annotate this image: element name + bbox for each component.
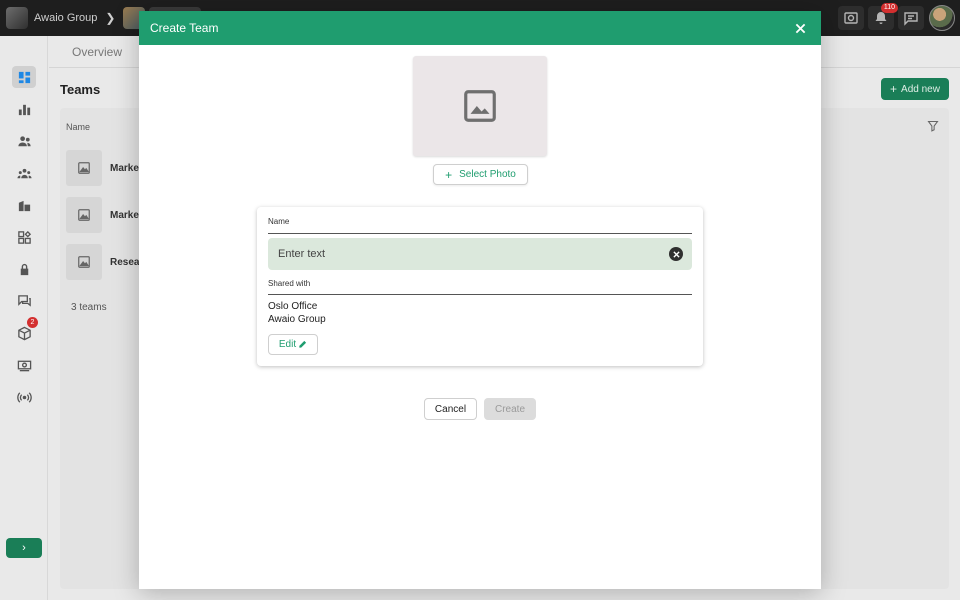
column-header-name[interactable]: Name	[66, 122, 90, 132]
close-icon[interactable]	[791, 19, 809, 37]
screen-share-icon[interactable]	[838, 6, 864, 30]
add-new-label: Add new	[901, 83, 940, 95]
page-title: Teams	[60, 82, 101, 97]
dashboard-icon[interactable]	[12, 66, 36, 88]
create-team-dialog: Create Team + Select Photo Name Shared w…	[139, 11, 821, 589]
shared-with-item: Oslo Office	[268, 301, 318, 312]
package-icon[interactable]: 2	[12, 317, 38, 344]
apps-icon[interactable]	[12, 226, 36, 248]
breadcrumb-org[interactable]: Awaio Group	[34, 12, 97, 24]
filter-icon[interactable]	[927, 120, 939, 135]
groups-icon[interactable]	[12, 162, 36, 184]
divider	[268, 233, 692, 234]
buildings-icon[interactable]	[12, 194, 36, 216]
team-photo-placeholder[interactable]	[413, 56, 547, 156]
avatar[interactable]	[929, 5, 955, 31]
dialog-header: Create Team	[139, 11, 821, 45]
image-placeholder-icon	[66, 244, 102, 280]
table-row[interactable]: Marke	[66, 150, 139, 186]
shared-with-label: Shared with	[268, 279, 311, 288]
money-icon[interactable]	[12, 354, 36, 376]
table-row[interactable]: Resea	[66, 244, 139, 280]
image-placeholder-icon	[66, 150, 102, 186]
team-form-card: Name Shared with Oslo Office Awaio Group…	[257, 207, 703, 366]
table-row[interactable]: Marke	[66, 197, 139, 233]
team-name: Marke	[110, 209, 139, 221]
chat-icon[interactable]	[12, 290, 36, 312]
image-placeholder-icon	[66, 197, 102, 233]
bell-icon[interactable]: 110	[868, 3, 898, 30]
tab-overview[interactable]: Overview	[72, 45, 122, 59]
clear-icon[interactable]	[669, 247, 683, 261]
teams-count: 3 teams	[71, 302, 107, 313]
name-label: Name	[268, 217, 290, 226]
team-name-input[interactable]	[268, 238, 692, 270]
divider	[268, 294, 692, 295]
bar-chart-icon[interactable]	[12, 98, 36, 120]
pencil-icon	[299, 340, 307, 348]
chevron-right-icon: ❯	[105, 11, 116, 25]
select-photo-button[interactable]: + Select Photo	[433, 164, 528, 185]
image-placeholder-icon	[464, 90, 496, 122]
messages-icon[interactable]	[898, 6, 924, 30]
team-name: Resea	[110, 256, 140, 268]
dialog-title: Create Team	[150, 21, 219, 35]
sidebar-expand-button[interactable]: ›	[6, 538, 42, 558]
edit-shared-button[interactable]: Edit	[268, 334, 318, 355]
create-button[interactable]: Create	[484, 398, 536, 420]
plus-icon: +	[445, 167, 453, 182]
org-logo[interactable]	[6, 7, 28, 29]
sidebar: 2 ›	[0, 36, 48, 600]
cancel-button[interactable]: Cancel	[424, 398, 477, 420]
notification-badge: 110	[880, 3, 898, 13]
team-name: Marke	[110, 162, 139, 174]
lock-icon[interactable]	[12, 258, 36, 280]
edit-label: Edit	[278, 339, 297, 350]
add-new-button[interactable]: + Add new	[881, 78, 949, 100]
broadcast-icon[interactable]	[12, 386, 36, 408]
shared-with-item: Awaio Group	[268, 314, 326, 325]
select-photo-label: Select Photo	[459, 169, 516, 180]
package-badge: 2	[27, 317, 38, 328]
plus-icon: +	[890, 82, 898, 96]
users-icon[interactable]	[12, 130, 36, 152]
